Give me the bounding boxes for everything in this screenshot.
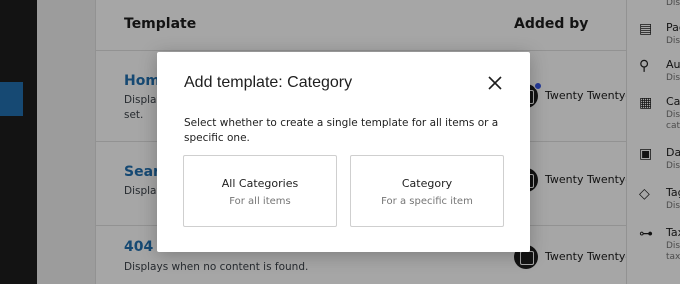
option-title: All Categories bbox=[221, 177, 299, 190]
close-button[interactable] bbox=[484, 72, 506, 94]
option-subtitle: For a specific item bbox=[381, 196, 473, 207]
close-icon bbox=[488, 76, 502, 90]
all-categories-option[interactable]: All Categories For all items bbox=[183, 155, 337, 227]
specific-category-option[interactable]: Category For a specific item bbox=[350, 155, 504, 227]
option-subtitle: For all items bbox=[229, 196, 291, 207]
add-template-dialog: Add template: Category Select whether to… bbox=[157, 52, 530, 252]
option-title: Category bbox=[401, 177, 453, 190]
dialog-description: Select whether to create a single templa… bbox=[184, 117, 499, 144]
dialog-title: Add template: Category bbox=[184, 74, 353, 91]
